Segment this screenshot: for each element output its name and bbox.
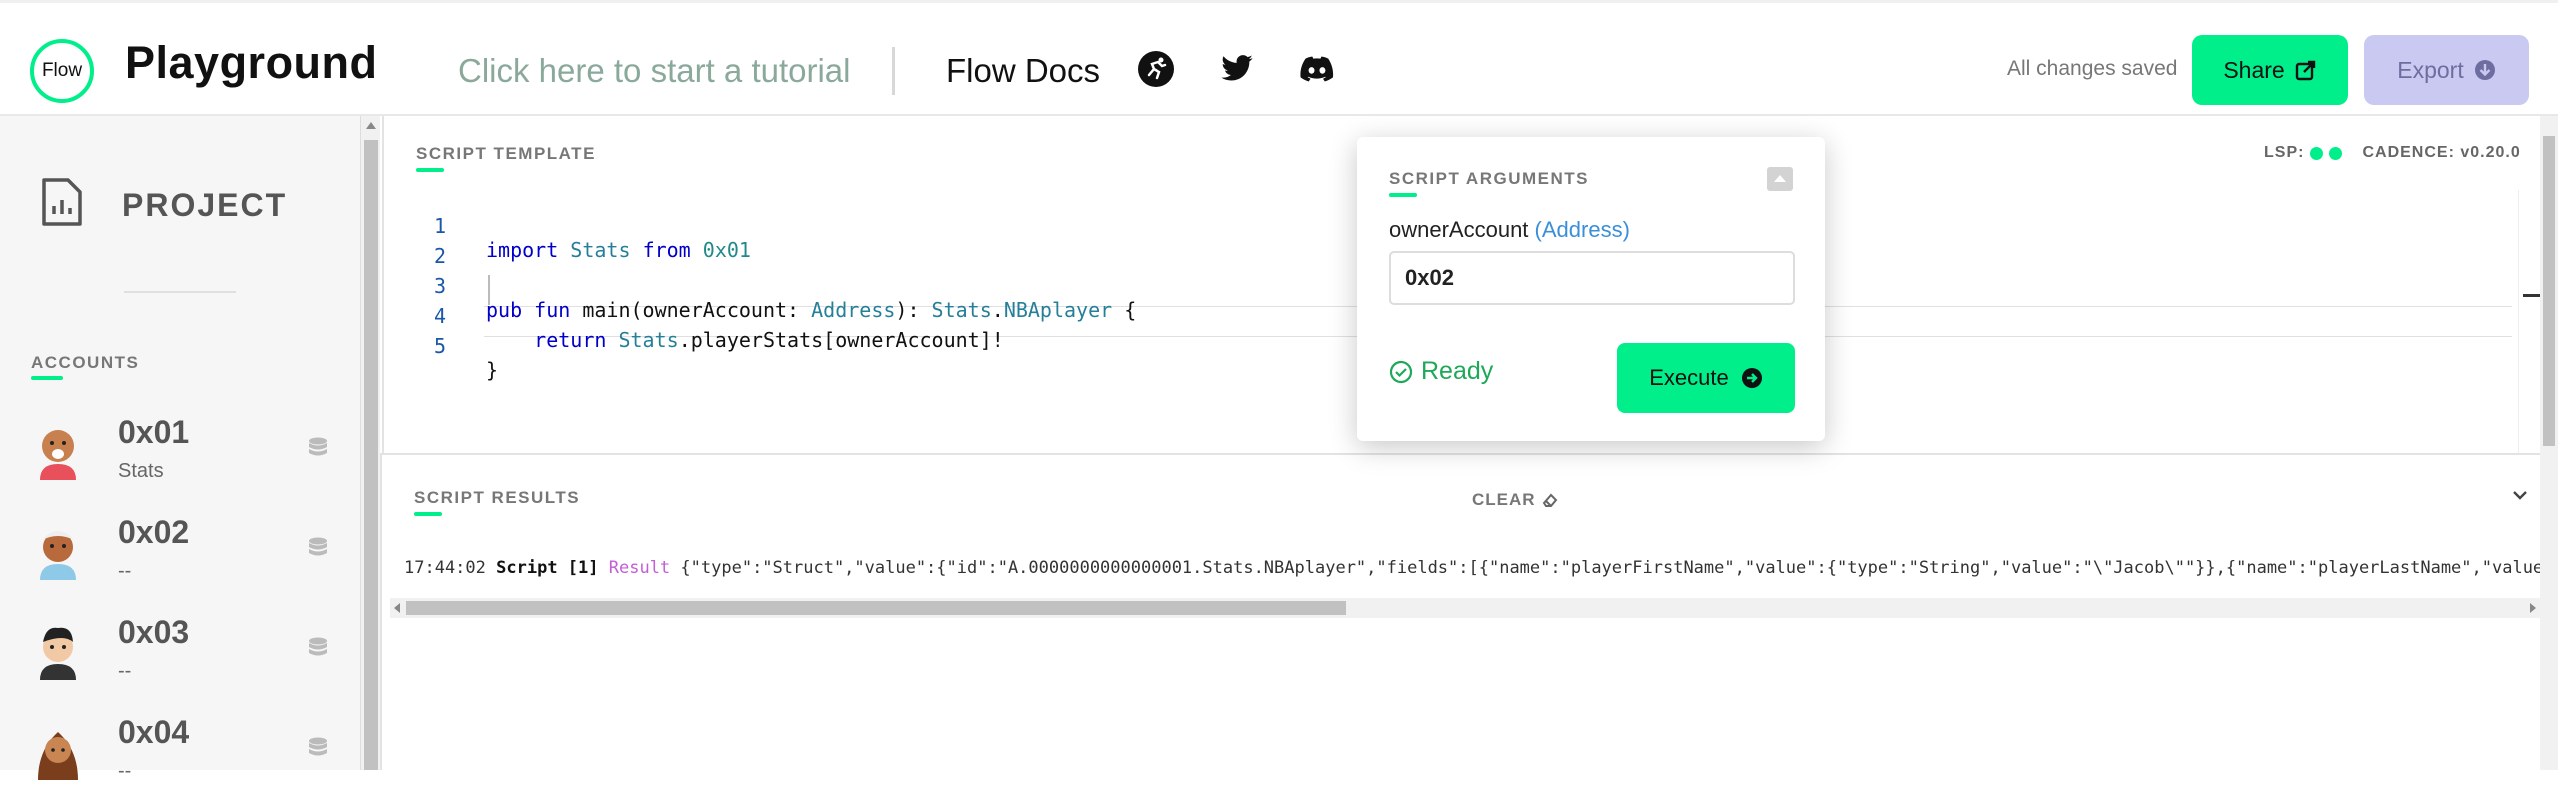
- script-arguments-label: SCRIPT ARGUMENTS: [1389, 169, 1589, 188]
- scroll-right-arrow[interactable]: [2530, 603, 2536, 613]
- database-icon[interactable]: [306, 436, 330, 460]
- discord-icon[interactable]: [1297, 49, 1337, 89]
- database-icon[interactable]: [306, 736, 330, 760]
- argument-name: ownerAccount: [1389, 217, 1529, 242]
- ready-status: Ready: [1389, 357, 1493, 386]
- script-arguments-panel: SCRIPT ARGUMENTS ownerAccount (Address) …: [1357, 137, 1825, 441]
- account-address: 0x01: [118, 414, 190, 450]
- account-item[interactable]: 0x01 Stats: [0, 406, 360, 506]
- section-underline: [414, 512, 442, 516]
- account-contract: --: [118, 760, 132, 782]
- account-item[interactable]: 0x02 --: [0, 506, 360, 606]
- account-address: 0x02: [118, 514, 190, 550]
- lsp-dot: [2329, 146, 2343, 160]
- sidebar: PROJECT ACCOUNTS 0x01 Stats 0x02 -- 0x03…: [0, 116, 360, 782]
- collapse-arguments-button[interactable]: [1767, 167, 1793, 191]
- scrollbar-thumb[interactable]: [364, 140, 378, 770]
- code-text: }: [486, 358, 499, 382]
- account-contract: --: [118, 560, 132, 582]
- account-address: 0x04: [118, 714, 190, 750]
- eraser-icon: [1542, 493, 1557, 507]
- results-horizontal-scrollbar[interactable]: [390, 598, 2540, 618]
- export-label: Export: [2397, 56, 2464, 83]
- owner-account-input[interactable]: [1389, 251, 1795, 305]
- flow-logo[interactable]: Flow: [30, 39, 94, 103]
- flow-docs-link[interactable]: Flow Docs: [946, 52, 1100, 90]
- account-address: 0x03: [118, 614, 190, 650]
- sidebar-scrollbar[interactable]: [360, 116, 380, 770]
- share-label: Share: [2223, 56, 2285, 83]
- ready-label: Ready: [1421, 357, 1494, 385]
- argument-label: ownerAccount (Address): [1389, 217, 1630, 243]
- twitter-icon[interactable]: [1217, 49, 1257, 89]
- account-contract: Stats: [118, 460, 164, 482]
- share-icon: [2295, 60, 2315, 81]
- result-payload: {"type":"Struct","value":{"id":"A.000000…: [680, 558, 2540, 578]
- save-status: All changes saved: [2007, 57, 2178, 80]
- avatar: [40, 627, 76, 680]
- accounts-heading: ACCOUNTS: [31, 353, 140, 372]
- logo-text: Flow: [41, 60, 83, 81]
- scrollbar-thumb[interactable]: [2543, 136, 2555, 446]
- account-contract: --: [118, 660, 132, 682]
- section-underline: [416, 168, 444, 172]
- scroll-up-arrow[interactable]: [366, 122, 376, 129]
- avatar: [40, 430, 76, 480]
- tutorial-link[interactable]: Click here to start a tutorial: [458, 52, 851, 90]
- scrollbar-thumb[interactable]: [406, 601, 1346, 615]
- script-results-panel: SCRIPT RESULTS CLEAR 17:44:02 Script [1]…: [380, 453, 2558, 770]
- result-label: Script [1]: [496, 558, 599, 578]
- top-header: Flow Playground Click here to start a tu…: [0, 0, 2558, 116]
- accounts-underline: [31, 376, 63, 380]
- clear-button[interactable]: CLEAR: [1472, 490, 1558, 510]
- check-circle-icon: [1389, 360, 1413, 383]
- execute-button[interactable]: Execute: [1617, 343, 1795, 413]
- script-results-label: SCRIPT RESULTS: [414, 488, 581, 507]
- clear-label: CLEAR: [1472, 490, 1536, 509]
- execute-label: Execute: [1649, 365, 1729, 390]
- project-label[interactable]: PROJECT: [122, 187, 287, 224]
- argument-type: (Address): [1534, 217, 1630, 242]
- script-template-label: SCRIPT TEMPLATE: [416, 144, 596, 163]
- lsp-dot: [2310, 146, 2324, 160]
- project-icon[interactable]: [40, 176, 84, 228]
- arrow-right-circle-icon: [1741, 368, 1762, 388]
- header-divider: [892, 47, 895, 95]
- account-item[interactable]: 0x03 --: [0, 606, 360, 706]
- result-time: 17:44:02: [404, 558, 486, 578]
- avatar: [38, 732, 78, 780]
- lsp-status: LSP: CADENCE: v0.20.0: [2264, 144, 2521, 162]
- avatar: [40, 531, 76, 580]
- section-underline: [1389, 193, 1417, 197]
- share-button[interactable]: Share: [2192, 35, 2348, 105]
- database-icon[interactable]: [306, 636, 330, 660]
- result-log-line: 17:44:02 Script [1] Result {"type":"Stru…: [404, 558, 2540, 578]
- export-button[interactable]: Export: [2364, 35, 2529, 105]
- download-icon: [2474, 60, 2495, 80]
- cadence-version: CADENCE: v0.20.0: [2362, 144, 2521, 161]
- flow-runner-icon[interactable]: [1136, 49, 1176, 89]
- database-icon[interactable]: [306, 536, 330, 560]
- account-item[interactable]: 0x04 --: [0, 706, 360, 806]
- app-title: Playground: [125, 37, 378, 88]
- scroll-left-arrow[interactable]: [394, 603, 400, 613]
- main-vertical-scrollbar[interactable]: [2540, 116, 2558, 770]
- line-number: 5: [434, 334, 447, 358]
- lsp-label: LSP:: [2264, 144, 2305, 161]
- chevron-down-icon[interactable]: [2508, 483, 2532, 507]
- result-word: Result: [608, 558, 671, 578]
- project-divider: [124, 291, 236, 293]
